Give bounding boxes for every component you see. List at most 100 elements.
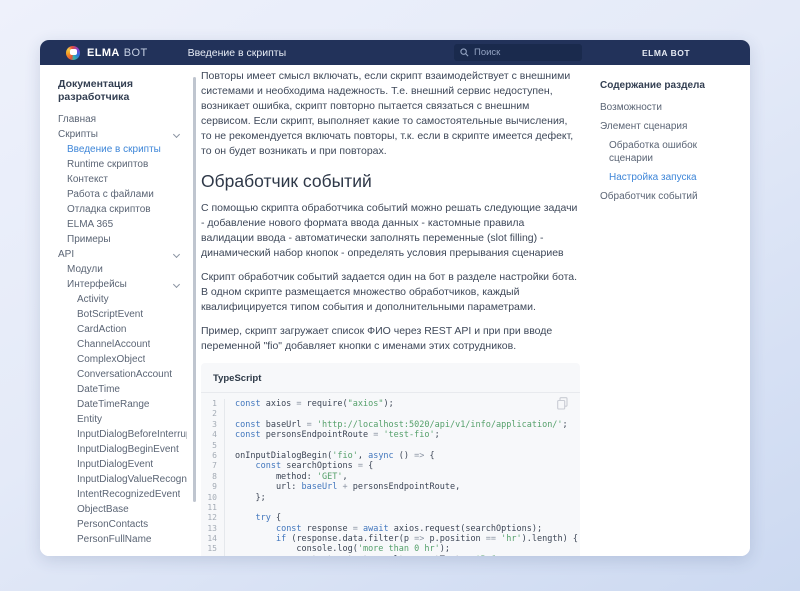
sidebar-item[interactable]: Скрипты bbox=[58, 127, 187, 142]
sidebar-item-label: ELMA 365 bbox=[67, 219, 113, 230]
code-text: const baseUrl = 'http://localhost:5020/a… bbox=[225, 420, 580, 430]
sidebar-item[interactable]: InputDialogBeforeInterrup bbox=[58, 427, 187, 442]
right-toc: Содержание раздела Возможности Элемент сц… bbox=[598, 65, 750, 556]
sidebar-item[interactable]: Введение в скрипты bbox=[58, 142, 187, 157]
sidebar-item[interactable]: BotScriptEvent bbox=[58, 307, 187, 322]
sidebar-item[interactable]: IntentRecognizedEvent bbox=[58, 487, 187, 502]
sidebar-item[interactable]: Интерфейсы bbox=[58, 277, 187, 292]
code-line: 5 bbox=[201, 441, 580, 451]
sidebar-item[interactable]: ChannelAccount bbox=[58, 337, 187, 352]
sidebar-item[interactable]: Activity bbox=[58, 292, 187, 307]
sidebar-title[interactable]: Документация разработчика bbox=[58, 78, 176, 103]
code-text bbox=[225, 441, 580, 451]
code-line: 12 try { bbox=[201, 513, 580, 523]
toc-item[interactable]: Настройка запуска bbox=[600, 171, 738, 184]
line-number: 5 bbox=[201, 441, 225, 451]
sidebar-item-label: PersonContacts bbox=[77, 519, 148, 530]
account-label[interactable]: ELMA BOT bbox=[582, 48, 750, 58]
code-line: 10 }; bbox=[201, 493, 580, 503]
code-line: 4const personsEndpointRoute = 'test-fio'… bbox=[201, 430, 580, 440]
sidebar-item-label: InputDialogBeginEvent bbox=[77, 444, 179, 455]
sidebar-item[interactable]: ELMA 365 bbox=[58, 217, 187, 232]
toc-item[interactable]: Обработка ошибок сценарии bbox=[600, 139, 738, 165]
toc-item[interactable]: Обработчик событий bbox=[600, 190, 738, 203]
sidebar-item-label: Работа с файлами bbox=[67, 189, 154, 200]
sidebar-item-label: ConversationAccount bbox=[77, 369, 172, 380]
sidebar-item-label: ObjectBase bbox=[77, 504, 129, 515]
sidebar-item-label: Контекст bbox=[67, 174, 108, 185]
code-line: 16 context.output.result.promptText = 'В… bbox=[201, 555, 580, 556]
sidebar-item-label: DateTimeRange bbox=[77, 399, 149, 410]
code-text: }; bbox=[225, 493, 580, 503]
line-number: 16 bbox=[201, 555, 225, 556]
section-heading-event-handler: Обработчик событий bbox=[201, 171, 580, 192]
code-line: 2 bbox=[201, 409, 580, 419]
code-line: 14 if (response.data.filter(p => p.posit… bbox=[201, 534, 580, 544]
code-line: 8 method: 'GET', bbox=[201, 472, 580, 482]
sidebar-item-label: DateTime bbox=[77, 384, 120, 395]
sidebar-item[interactable]: InputDialogBeginEvent bbox=[58, 442, 187, 457]
sidebar-item-label: InputDialogBeforeInterrup bbox=[77, 429, 187, 440]
code-text: const response = await axios.request(sea… bbox=[225, 524, 580, 534]
paragraph-tasks: С помощью скрипта обработчика событий мо… bbox=[201, 201, 580, 261]
code-line: 15 console.log('more than 0 hr'); bbox=[201, 544, 580, 554]
sidebar-item-label: ChannelAccount bbox=[77, 339, 150, 350]
code-text bbox=[225, 503, 580, 513]
line-number: 11 bbox=[201, 503, 225, 513]
code-line: 6onInputDialogBegin('fio', async () => { bbox=[201, 451, 580, 461]
sidebar-item[interactable]: Примеры bbox=[58, 232, 187, 247]
code-text bbox=[225, 409, 580, 419]
code-language-label: TypeScript bbox=[201, 363, 580, 393]
line-number: 10 bbox=[201, 493, 225, 503]
line-number: 6 bbox=[201, 451, 225, 461]
search-box[interactable] bbox=[454, 44, 582, 61]
sidebar-item-label: Главная bbox=[58, 114, 96, 125]
top-header-bar: ELMA BOT Введение в скрипты ELMA BOT bbox=[40, 40, 750, 65]
sidebar-item[interactable]: Главная bbox=[58, 112, 187, 127]
sidebar-item[interactable]: ConversationAccount bbox=[58, 367, 187, 382]
code-text: method: 'GET', bbox=[225, 472, 580, 482]
paragraph-example: Пример, скрипт загружает список ФИО чере… bbox=[201, 324, 580, 354]
code-line: 13 const response = await axios.request(… bbox=[201, 524, 580, 534]
sidebar-item[interactable]: ObjectBase bbox=[58, 502, 187, 517]
sidebar-item[interactable]: ComplexObject bbox=[58, 352, 187, 367]
sidebar-item-label: ComplexObject bbox=[77, 354, 145, 365]
sidebar-item[interactable]: InputDialogValueRecogniz bbox=[58, 472, 187, 487]
toc-item[interactable]: Возможности bbox=[600, 101, 738, 114]
paragraph-handler-setup: Скрипт обработчик событий задается один … bbox=[201, 270, 580, 315]
copy-code-icon[interactable] bbox=[557, 397, 568, 410]
sidebar-item[interactable]: PersonContacts bbox=[58, 517, 187, 532]
line-number: 8 bbox=[201, 472, 225, 482]
sidebar-item-label: CardAction bbox=[77, 324, 126, 335]
sidebar-item[interactable]: Entity bbox=[58, 412, 187, 427]
sidebar-item[interactable]: API bbox=[58, 247, 187, 262]
sidebar-item[interactable]: PersonFullName bbox=[58, 532, 187, 547]
code-lines: 1const axios = require("axios");23const … bbox=[201, 393, 580, 556]
paragraph-retries: Повторы имеет смысл включать, если скрип… bbox=[201, 69, 580, 159]
sidebar-item[interactable]: Модули bbox=[58, 262, 187, 277]
code-text: const axios = require("axios"); bbox=[225, 399, 580, 409]
code-block: TypeScript 1const axios = require("axios… bbox=[201, 363, 580, 556]
code-line: 11 bbox=[201, 503, 580, 513]
sidebar-item[interactable]: InputDialogEvent bbox=[58, 457, 187, 472]
sidebar-item[interactable]: DateTime bbox=[58, 382, 187, 397]
line-number: 4 bbox=[201, 430, 225, 440]
code-text: console.log('more than 0 hr'); bbox=[225, 544, 580, 554]
code-line: 9 url: baseUrl + personsEndpointRoute, bbox=[201, 482, 580, 492]
search-input[interactable] bbox=[474, 47, 576, 58]
sidebar-scrollbar-thumb[interactable] bbox=[193, 77, 196, 502]
sidebar-item-label: API bbox=[58, 249, 74, 260]
sidebar-item[interactable]: DateTimeRange bbox=[58, 397, 187, 412]
toc-item[interactable]: Элемент сценария bbox=[600, 120, 738, 133]
sidebar-item-label: Activity bbox=[77, 294, 109, 305]
sidebar-item[interactable]: Контекст bbox=[58, 172, 187, 187]
code-text: if (response.data.filter(p => p.position… bbox=[225, 534, 580, 544]
sidebar-item[interactable]: CardAction bbox=[58, 322, 187, 337]
sidebar-item[interactable]: Runtime скриптов bbox=[58, 157, 187, 172]
sidebar-item[interactable]: Отладка скриптов bbox=[58, 202, 187, 217]
sidebar-item-label: IntentRecognizedEvent bbox=[77, 489, 180, 500]
toc-title: Содержание раздела bbox=[600, 80, 738, 91]
sidebar-item[interactable]: Работа с файлами bbox=[58, 187, 187, 202]
code-text: url: baseUrl + personsEndpointRoute, bbox=[225, 482, 580, 492]
sidebar-item-label: Отладка скриптов bbox=[67, 204, 151, 215]
